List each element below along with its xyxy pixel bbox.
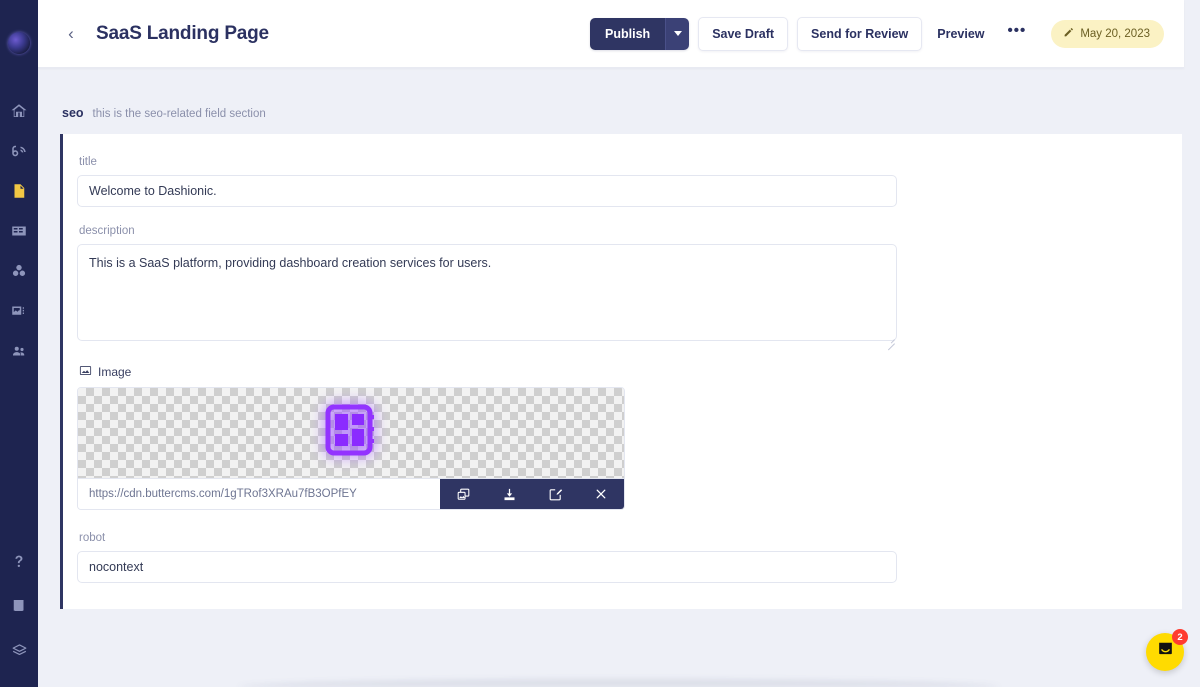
section-header: seo this is the seo-related field sectio… [38,68,1184,134]
section-description: this is the seo-related field section [92,108,266,120]
robot-input[interactable] [77,551,897,583]
sidebar-item-blog[interactable] [0,140,38,162]
field-image-label-text: Image [98,365,132,379]
field-title: title [77,156,1182,207]
field-image: Image https://cdn.buttercms.com/1gTRof3X… [77,364,1182,510]
main-area: ‹ SaaS Landing Page Publish Save Draft S… [38,0,1200,687]
book-icon [10,597,28,615]
page-title: SaaS Landing Page [96,22,269,44]
section-name: seo [62,106,84,120]
remove-image-button[interactable] [578,479,624,509]
seo-form-card: title description [60,134,1182,609]
sidebar [0,0,38,687]
description-textarea[interactable] [77,244,897,341]
back-button[interactable]: ‹ [60,23,82,45]
layers-icon [10,641,29,660]
download-button[interactable] [486,479,532,509]
components-icon [10,262,28,280]
support-chat-launcher[interactable]: 2 [1146,629,1188,671]
sidebar-item-media[interactable] [0,300,38,322]
edit-icon [548,487,563,502]
field-description: description [77,225,1182,351]
sidebar-item-docs[interactable] [0,595,38,617]
publish-date-label: May 20, 2023 [1080,27,1150,40]
image-action-buttons [440,479,624,509]
description-textarea-wrap [77,244,897,351]
dashionic-logo[interactable] [8,32,30,54]
sidebar-item-help[interactable] [0,551,38,573]
publish-dropdown-button[interactable] [665,17,690,50]
more-options-button[interactable]: ••• [1000,23,1035,45]
publish-date-pill[interactable]: May 20, 2023 [1051,19,1164,48]
pencil-icon [1063,27,1074,41]
page-icon [10,182,28,200]
save-draft-button[interactable]: Save Draft [698,16,789,51]
edit-image-button[interactable] [532,479,578,509]
title-input[interactable] [77,175,897,207]
collections-icon [10,222,28,240]
sidebar-item-components[interactable] [0,260,38,282]
question-mark-icon [10,553,28,571]
home-icon [10,102,28,120]
chevron-down-icon [673,31,682,36]
media-icon [10,302,28,320]
image-url-text: https://cdn.buttercms.com/1gTRof3XRAu7fB… [78,479,440,509]
sidebar-item-layers[interactable] [0,639,38,661]
dashboard-thumbnail-icon [319,399,383,468]
content-area: seo this is the seo-related field sectio… [38,68,1200,687]
support-badge: 2 [1172,629,1188,645]
sidebar-item-team[interactable] [0,340,38,362]
sidebar-item-pages[interactable] [0,180,38,202]
image-toolbar: https://cdn.buttercms.com/1gTRof3XRAu7fB… [78,478,624,509]
chat-icon [1156,640,1175,664]
field-image-label: Image [77,364,1182,380]
page-header: ‹ SaaS Landing Page Publish Save Draft S… [38,0,1184,68]
publish-button[interactable]: Publish [590,17,666,50]
field-robot: robot [77,532,1182,583]
publish-button-group: Publish [590,17,690,50]
download-icon [502,487,517,502]
sidebar-bottom-nav [0,551,38,687]
field-description-label: description [79,225,135,237]
team-icon [10,342,28,360]
sidebar-nav [0,100,38,362]
field-robot-label: robot [79,532,106,544]
blog-icon [10,142,28,160]
app-root: ‹ SaaS Landing Page Publish Save Draft S… [0,0,1200,687]
sidebar-item-collections[interactable] [0,220,38,242]
image-icon [79,364,92,380]
field-title-label: title [79,156,97,168]
preview-button[interactable]: Preview [931,18,990,50]
copy-image-icon [456,487,471,502]
copy-image-button[interactable] [440,479,486,509]
send-for-review-button[interactable]: Send for Review [797,16,923,51]
header-actions: Publish Save Draft Send for Review Previ… [590,16,1164,51]
image-preview[interactable] [78,388,624,478]
sidebar-item-home[interactable] [0,100,38,122]
close-icon [594,487,608,501]
image-widget: https://cdn.buttercms.com/1gTRof3XRAu7fB… [77,387,625,510]
